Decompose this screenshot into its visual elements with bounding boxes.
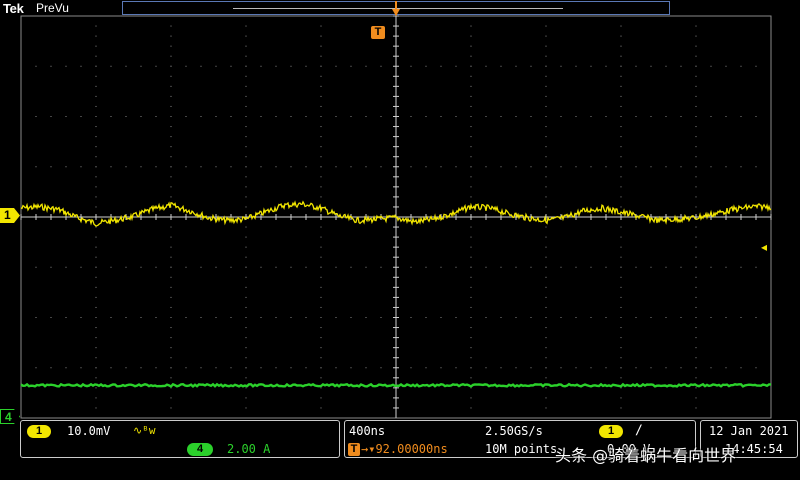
vertical-readout[interactable]: 1 10.0mV ∿ᴮw 4 2.00 A [20,420,340,458]
bandwidth-limit-icon: ∿ᴮw [133,424,156,437]
record-length: 10M points [485,442,558,456]
time-per-div: 400ns [349,424,386,438]
sample-rate: 2.50GS/s [485,424,543,438]
graticule [20,9,772,419]
trigger-level-arrow-icon[interactable]: ◂ [761,240,767,254]
date: 12 Jan 2021 [709,424,789,438]
watermark: 头条 @骑着蜗牛看向世界 [555,446,737,465]
trigger-source-badge: 1 [599,425,623,438]
ch1-scale: 10.0mV [67,424,111,438]
trigger-delay-badge: T [348,443,360,456]
trigger-position-marker[interactable]: T [371,26,385,39]
trigger-top-arrow-icon [392,9,400,16]
rising-edge-icon: ∕ [635,423,643,438]
ch4-badge: 4 [187,443,213,456]
ch4-scale: 2.00 A [227,442,271,456]
trigger-delay: →▾92.00000ns [361,442,448,456]
ch1-badge: 1 [27,425,51,438]
